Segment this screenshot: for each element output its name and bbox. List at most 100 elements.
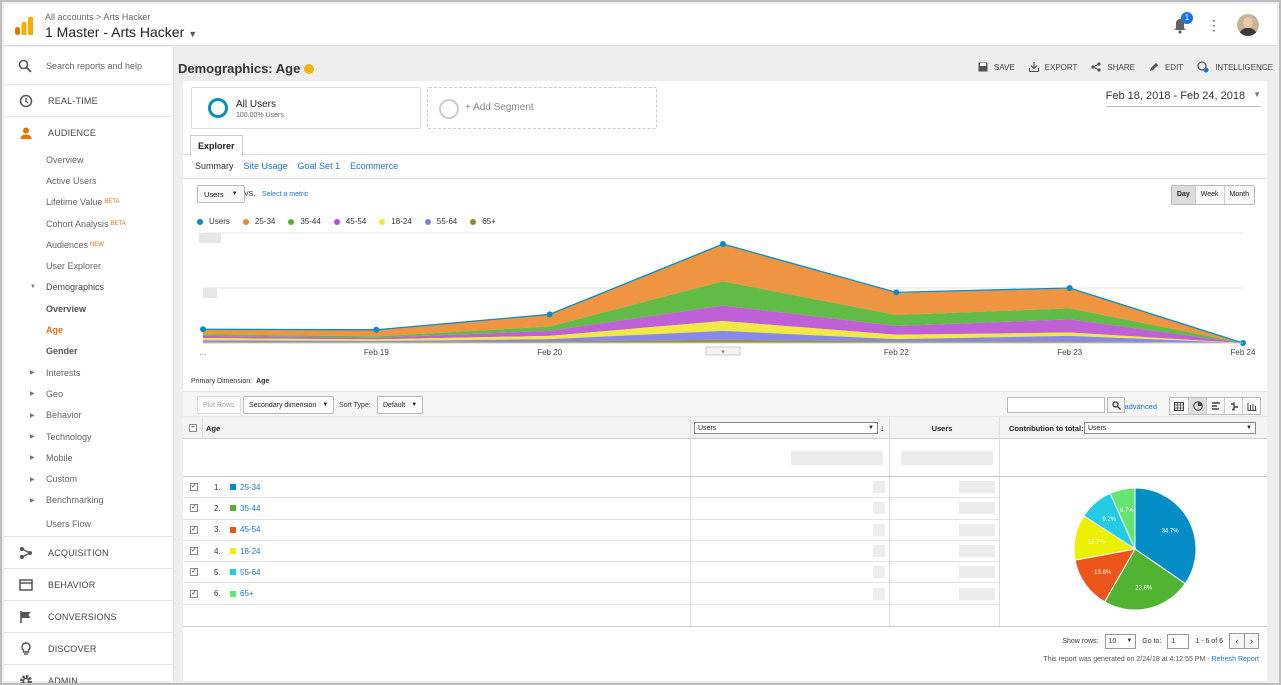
save-button[interactable]: SAVE — [978, 61, 1015, 73]
plot-rows-button[interactable]: Plot Rows — [197, 396, 241, 414]
more-options-icon[interactable]: ⋮ — [1207, 18, 1221, 32]
row-age-link[interactable]: 55-64 — [240, 568, 260, 577]
sidebar-subitem-technology[interactable]: ▶ Technology — [4, 426, 173, 447]
segment-all-users[interactable]: All Users 100.00% Users — [191, 87, 421, 129]
contribution-metric-selector[interactable]: Users ▼ — [1084, 422, 1256, 434]
sidebar-item-admin[interactable]: ADMIN — [4, 665, 173, 683]
data-point-users[interactable] — [893, 289, 900, 296]
row-age-link[interactable]: 65+ — [240, 589, 254, 598]
sidebar-subitem-demographics[interactable]: ▼ Demographics — [4, 277, 173, 298]
subtab-ecommerce[interactable]: Ecommerce — [350, 161, 398, 171]
subtab-site-usage[interactable]: Site Usage — [244, 161, 288, 171]
row-checkbox[interactable]: ✓ — [190, 483, 198, 492]
prev-page-chevron-icon[interactable]: ‹ — [1230, 634, 1244, 648]
sidebar-item-conversions[interactable]: CONVERSIONS — [4, 601, 173, 634]
row-checkbox[interactable]: ✓ — [190, 568, 198, 577]
column-header-age[interactable]: Age — [206, 417, 220, 439]
sidebar-subitem-behavior[interactable]: ▶ Behavior — [4, 405, 173, 426]
edit-button[interactable]: EDIT — [1149, 61, 1183, 73]
share-button[interactable]: SHARE — [1091, 61, 1135, 73]
table-row[interactable]: ✓ 6. 65+ — [183, 584, 999, 605]
search-placeholder[interactable]: Search reports and help — [46, 61, 142, 71]
table-row[interactable]: ✓ 3. 45-54 — [183, 520, 999, 541]
notifications-button[interactable]: 1 — [1173, 12, 1193, 34]
intelligence-button[interactable]: INTELLIGENCE — [1197, 61, 1273, 73]
subtab-goal-set-1[interactable]: Goal Set 1 — [298, 161, 341, 171]
account-title[interactable]: 1 Master - Arts Hacker — [45, 24, 184, 40]
performance-view-icon[interactable] — [1206, 398, 1224, 414]
refresh-report-link[interactable]: Refresh Report — [1212, 656, 1259, 663]
avatar[interactable] — [1237, 14, 1259, 36]
sidebar-item-realtime[interactable]: REAL-TIME — [4, 85, 173, 117]
sidebar-subitem-overview[interactable]: Overview — [4, 149, 173, 170]
granularity-month-button[interactable]: Month — [1223, 186, 1254, 204]
sidebar-subitem-audiences[interactable]: Audiences NEW — [4, 234, 173, 255]
row-checkbox[interactable]: ✓ — [190, 504, 198, 513]
data-point-users[interactable] — [546, 311, 553, 318]
breadcrumb[interactable]: All accounts > Arts Hacker — [45, 12, 150, 22]
subtab-summary[interactable]: Summary — [195, 161, 234, 171]
table-row[interactable]: ✓ 2. 35-44 — [183, 498, 999, 520]
goto-page-input[interactable]: 1 — [1167, 633, 1190, 649]
select-metric-link[interactable]: Select a metric — [262, 191, 308, 198]
row-checkbox[interactable]: ✓ — [190, 525, 198, 534]
sidebar-subitem-age[interactable]: Age — [4, 319, 173, 340]
date-range-picker[interactable]: Feb 18, 2018 - Feb 24, 2018 ▼ — [1105, 90, 1261, 107]
select-all-checkbox[interactable]: – — [189, 417, 197, 439]
table-search-input[interactable] — [1007, 397, 1105, 413]
sidebar-item-audience[interactable]: AUDIENCE — [4, 117, 173, 149]
next-page-chevron-icon[interactable]: › — [1244, 634, 1258, 648]
table-row[interactable]: ✓ 1. 25-34 — [183, 477, 999, 499]
sidebar-item-discover[interactable]: DISCOVER — [4, 633, 173, 666]
data-point-users[interactable] — [1066, 285, 1073, 291]
data-point-users[interactable] — [373, 326, 380, 333]
sidebar-subitem-custom[interactable]: ▶ Custom — [4, 468, 173, 489]
row-checkbox[interactable]: ✓ — [190, 589, 198, 598]
table-row[interactable]: ✓ 5. 55-64 — [183, 562, 999, 584]
table-search-button[interactable] — [1107, 397, 1125, 413]
sidebar-subitem-active-users[interactable]: Active Users — [4, 170, 173, 191]
comparison-view-icon[interactable] — [1224, 398, 1242, 414]
advanced-filter-link[interactable]: advanced — [1124, 402, 1157, 411]
caret-down-icon[interactable]: ▼ — [188, 29, 197, 39]
add-segment-button[interactable]: + Add Segment — [427, 87, 657, 129]
sidebar-subitem-mobile[interactable]: ▶ Mobile — [4, 447, 173, 468]
show-rows-dropdown[interactable]: 10 ▼ — [1104, 633, 1137, 649]
breadcrumb-property[interactable]: Arts Hacker — [103, 12, 150, 22]
export-button[interactable]: EXPORT — [1028, 61, 1077, 73]
sidebar-subitem-demographics-overview[interactable]: Overview — [4, 298, 173, 319]
metric-selector[interactable]: Users ▼ — [197, 185, 245, 203]
tab-explorer[interactable]: Explorer — [190, 135, 243, 156]
sort-type-dropdown[interactable]: Default ▼ — [377, 396, 424, 414]
breadcrumb-accounts[interactable]: All accounts — [45, 12, 94, 22]
row-age-link[interactable]: 18-24 — [240, 547, 260, 556]
data-point-users[interactable] — [200, 326, 206, 333]
sidebar-search[interactable]: Search reports and help — [4, 47, 173, 85]
row-age-link[interactable]: 35-44 — [240, 504, 260, 513]
granularity-day-button[interactable]: Day — [1171, 186, 1195, 204]
account-selector[interactable]: 1 Master - Arts Hacker ▼ — [45, 24, 197, 40]
analytics-logo-icon[interactable] — [14, 16, 34, 36]
sidebar-subitem-lifetime-value[interactable]: Lifetime Value BETA — [4, 192, 173, 213]
data-table-view-icon[interactable] — [1170, 398, 1188, 414]
sidebar-subitem-interests[interactable]: ▶ Interests — [4, 362, 173, 383]
data-point-users[interactable] — [720, 241, 726, 247]
granularity-week-button[interactable]: Week — [1194, 186, 1224, 204]
term-cloud-view-icon[interactable] — [1242, 398, 1260, 414]
sidebar-item-behavior[interactable]: BEHAVIOR — [4, 569, 173, 602]
column-metric-selector[interactable]: Users ▼ — [694, 422, 878, 434]
column-header-users[interactable]: Users — [889, 417, 995, 439]
sidebar-subitem-gender[interactable]: Gender — [4, 341, 173, 362]
percentage-view-icon[interactable] — [1188, 398, 1206, 414]
secondary-dimension-dropdown[interactable]: Secondary dimension ▼ — [243, 396, 335, 414]
sidebar-subitem-user-explorer[interactable]: User Explorer — [4, 255, 173, 276]
sidebar-subitem-cohort-analysis[interactable]: Cohort Analysis BETA — [4, 213, 173, 234]
sidebar-item-acquisition[interactable]: ACQUISITION — [4, 537, 173, 570]
row-checkbox[interactable]: ✓ — [190, 547, 198, 556]
row-age-link[interactable]: 45-54 — [240, 525, 260, 534]
sidebar-subitem-benchmarking[interactable]: ▶ Benchmarking — [4, 490, 173, 511]
table-row[interactable]: ✓ 4. 18-24 — [183, 541, 999, 563]
sidebar-subitem-users-flow[interactable]: Users Flow — [4, 511, 173, 538]
row-age-link[interactable]: 25-34 — [240, 483, 260, 492]
sort-desc-icon[interactable]: ↓ — [880, 417, 885, 439]
